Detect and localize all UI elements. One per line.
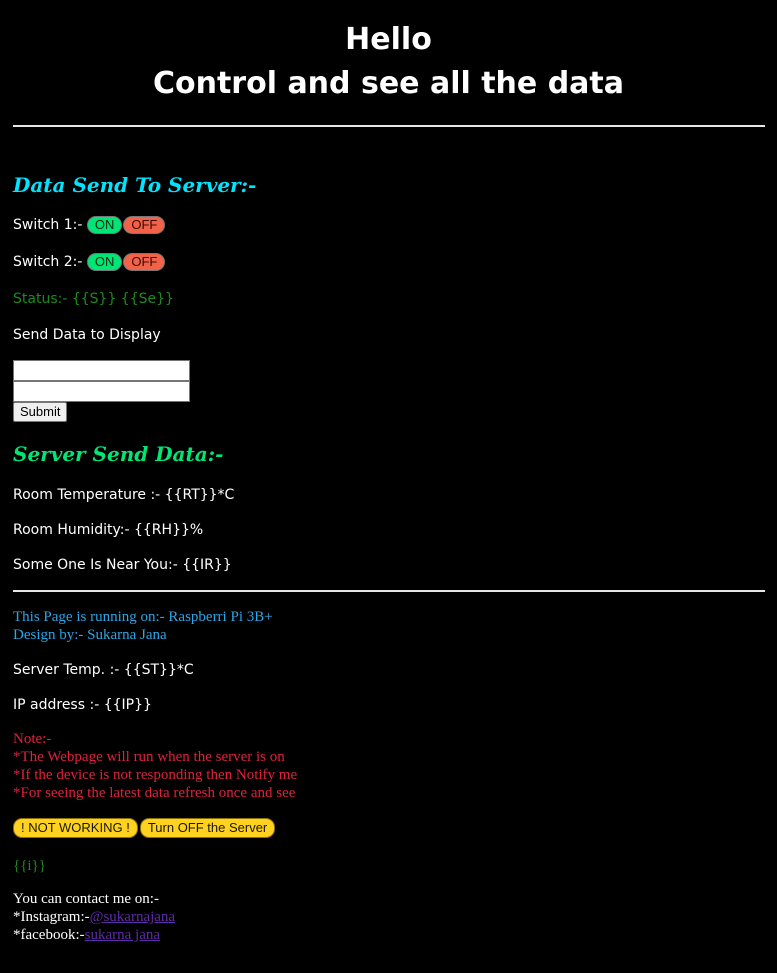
receive-section-heading: Server Send Data:- [13,442,224,466]
room-humidity-text: Room Humidity:- {{RH}}% [13,522,204,538]
display-input-2[interactable] [13,381,190,402]
turn-off-server-button[interactable]: Turn OFF the Server [139,818,276,838]
facebook-row: *facebook:-sukarna jana [13,926,160,944]
submit-button[interactable]: Submit [13,402,68,422]
status-text: Status:- {{S}} {{Se}} [13,291,174,307]
page: Hello Control and see all the data Data … [0,0,777,973]
send-section-heading: Data Send To Server:- [13,173,257,197]
note-line: *If the device is not responding then No… [13,767,298,783]
switch-1-row: Switch 1:- ON OFF [13,216,166,234]
middle-divider [13,590,765,592]
top-divider [13,125,765,127]
instagram-row: *Instagram:-@sukarnajana [13,908,175,926]
design-by-text: Design by:- Sukarna Jana [13,627,167,643]
instagram-label: *Instagram:- [13,909,90,925]
server-temp-text: Server Temp. :- {{ST}}*C [13,662,194,678]
instagram-link[interactable]: @sukarnajana [90,909,175,925]
send-display-label: Send Data to Display [13,327,161,343]
facebook-label: *facebook:- [13,927,85,943]
note-title: Note:- [13,731,52,747]
action-buttons-row: ! NOT WORKING ! Turn OFF the Server [13,818,277,838]
someone-near-text: Some One Is Near You:- {{IR}} [13,557,232,573]
template-variable-text: {{i}} [13,858,46,874]
page-subtitle: Control and see all the data [152,66,625,101]
switch-1-off-button[interactable]: OFF [123,216,166,234]
facebook-link[interactable]: sukarna jana [85,927,160,943]
note-line: *For seeing the latest data refresh once… [13,785,296,801]
note-line: *The Webpage will run when the server is… [13,749,285,765]
not-working-button[interactable]: ! NOT WORKING ! [13,818,138,838]
page-title: Hello [345,22,432,57]
display-input-1[interactable] [13,360,190,381]
switch-2-on-button[interactable]: ON [86,253,123,271]
running-on-text: This Page is running on:- Raspberri Pi 3… [13,609,273,625]
switch-2-label: Switch 2:- [13,254,83,270]
contact-title: You can contact me on:- [13,891,159,907]
switch-2-row: Switch 2:- ON OFF [13,253,166,271]
switch-2-off-button[interactable]: OFF [123,253,166,271]
switch-1-on-button[interactable]: ON [86,216,123,234]
ip-address-text: IP address :- {{IP}} [13,697,152,713]
switch-1-label: Switch 1:- [13,217,83,233]
room-temperature-text: Room Temperature :- {{RT}}*C [13,487,235,503]
